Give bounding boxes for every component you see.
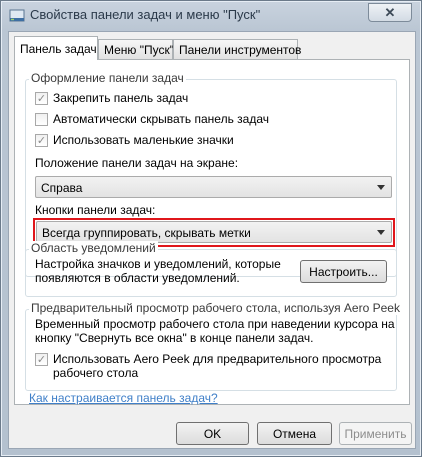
- dialog-client-area: Панель задач Меню "Пуск" Панели инструме…: [8, 31, 416, 449]
- chevron-down-icon: [377, 185, 385, 190]
- taskbar-buttons-dropdown[interactable]: Всегда группировать, скрывать метки: [36, 221, 392, 243]
- notification-description-line2: появляются в области уведомлений.: [35, 271, 240, 285]
- position-label: Положение панели задач на экране:: [35, 156, 239, 170]
- dialog-window: Свойства панели задач и меню "Пуск" ✕ Па…: [0, 0, 422, 457]
- use-aero-peek-label-line1: Использовать Aero Peek для предварительн…: [53, 352, 382, 366]
- auto-hide-checkbox[interactable]: [35, 113, 48, 126]
- lock-taskbar-label: Закрепить панель задач: [53, 91, 189, 105]
- taskbar-tab-panel: Оформление панели задач ✓ Закрепить пане…: [14, 59, 410, 405]
- small-icons-checkbox[interactable]: ✓: [35, 134, 48, 147]
- small-icons-label: Использовать маленькие значки: [53, 133, 234, 147]
- window-title: Свойства панели задач и меню "Пуск": [30, 7, 261, 22]
- taskbar-properties-icon: [9, 9, 25, 22]
- aero-peek-title: Предварительный просмотр рабочего стола,…: [29, 301, 402, 315]
- close-icon: ✕: [384, 4, 396, 20]
- taskbar-buttons-value: Всегда группировать, скрывать метки: [42, 226, 251, 240]
- notification-area-title: Область уведомлений: [29, 241, 158, 255]
- tab-toolbars-label: Панели инструментов: [179, 43, 302, 57]
- tab-taskbar-label: Панель задач: [20, 42, 97, 56]
- notification-description-line1: Настройка значков и уведомлений, которые: [35, 257, 281, 271]
- customize-button[interactable]: Настроить...: [300, 260, 387, 283]
- use-aero-peek-label: Использовать Aero Peek для предварительн…: [53, 352, 381, 380]
- tab-start-menu-label: Меню "Пуск": [104, 43, 175, 57]
- auto-hide-label: Автоматически скрывать панель задач: [53, 112, 270, 126]
- cancel-button[interactable]: Отмена: [257, 422, 332, 445]
- help-link[interactable]: Как настраивается панель задач?: [29, 391, 218, 405]
- use-aero-peek-checkbox[interactable]: ✓: [35, 353, 48, 366]
- chevron-down-icon: [377, 230, 385, 235]
- small-icons-option[interactable]: ✓ Использовать маленькие значки: [35, 133, 234, 147]
- aero-peek-description-line2: кнопку "Свернуть все окна" в конце панел…: [35, 331, 314, 345]
- cancel-button-label: Отмена: [272, 426, 317, 441]
- position-dropdown[interactable]: Справа: [35, 176, 392, 198]
- apply-button-label: Применить: [344, 426, 407, 441]
- customize-button-label: Настроить...: [309, 264, 378, 279]
- title-bar[interactable]: Свойства панели задач и меню "Пуск" ✕: [1, 1, 421, 29]
- apply-button[interactable]: Применить: [339, 422, 412, 445]
- appearance-group-title: Оформление панели задач: [29, 71, 186, 85]
- use-aero-peek-option[interactable]: ✓ Использовать Aero Peek для предварител…: [35, 352, 381, 380]
- aero-peek-description-line1: Временный просмотр рабочего стола при на…: [35, 317, 395, 331]
- lock-taskbar-checkbox[interactable]: ✓: [35, 92, 48, 105]
- tab-start-menu[interactable]: Меню "Пуск": [98, 39, 175, 59]
- ok-button-label: OK: [203, 426, 222, 441]
- auto-hide-option[interactable]: Автоматически скрывать панель задач: [35, 112, 269, 126]
- tab-toolbars[interactable]: Панели инструментов: [173, 39, 302, 59]
- tab-taskbar[interactable]: Панель задач: [14, 36, 98, 60]
- use-aero-peek-label-line2: рабочего стола: [53, 366, 139, 380]
- lock-taskbar-option[interactable]: ✓ Закрепить панель задач: [35, 91, 188, 105]
- buttons-label: Кнопки панели задач:: [35, 203, 156, 217]
- ok-button[interactable]: OK: [176, 422, 249, 445]
- position-value: Справа: [41, 181, 83, 195]
- close-button[interactable]: ✕: [368, 3, 412, 22]
